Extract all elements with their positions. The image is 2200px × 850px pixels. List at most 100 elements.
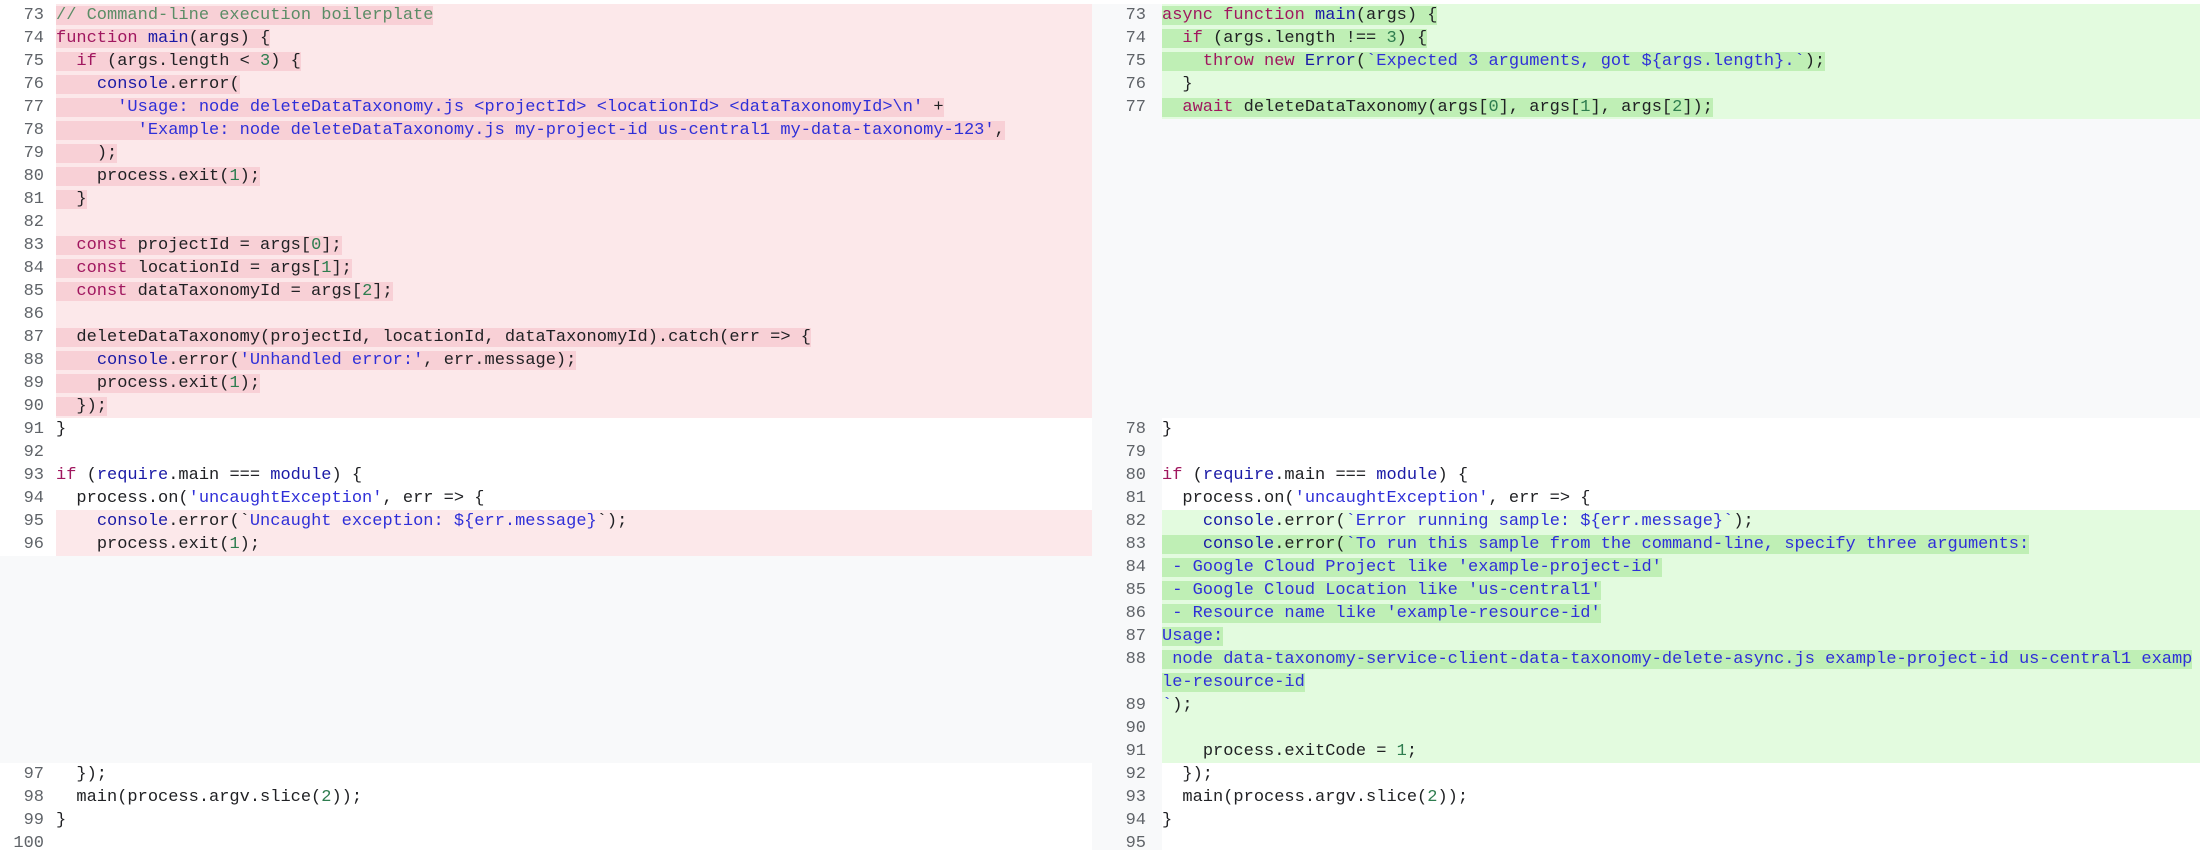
line-code[interactable]: }); bbox=[56, 395, 1092, 418]
added-line[interactable]: 82 console.error(`Error running sample: … bbox=[1092, 510, 2200, 533]
line-code[interactable]: if (args.length !== 3) { bbox=[1162, 27, 2200, 50]
added-line[interactable]: 85 - Google Cloud Location like 'us-cent… bbox=[1092, 579, 2200, 602]
line-code[interactable]: const locationId = args[1]; bbox=[56, 257, 1092, 280]
line-code[interactable]: } bbox=[1162, 418, 2200, 441]
line-code[interactable]: - Resource name like 'example-resource-i… bbox=[1162, 602, 2200, 625]
line-code[interactable]: const projectId = args[0]; bbox=[56, 234, 1092, 257]
added-line[interactable]: 74 if (args.length !== 3) { bbox=[1092, 27, 2200, 50]
line-code[interactable]: } bbox=[1162, 73, 2200, 96]
deleted-line[interactable]: 87 deleteDataTaxonomy(projectId, locatio… bbox=[0, 326, 1092, 349]
deleted-line[interactable]: 82 bbox=[0, 211, 1092, 234]
line-code[interactable]: } bbox=[56, 188, 1092, 211]
line-code[interactable] bbox=[56, 211, 1092, 234]
code-line[interactable]: 93 main(process.argv.slice(2)); bbox=[1092, 786, 2200, 809]
deleted-line[interactable]: 75 if (args.length < 3) { bbox=[0, 50, 1092, 73]
line-code[interactable]: `); bbox=[1162, 694, 2200, 717]
line-code[interactable]: await deleteDataTaxonomy(args[0], args[1… bbox=[1162, 96, 2200, 119]
line-code[interactable] bbox=[1162, 717, 2200, 740]
line-code[interactable]: process.on('uncaughtException', err => { bbox=[1162, 487, 2200, 510]
line-code[interactable] bbox=[1162, 832, 2200, 850]
line-code[interactable]: // Command-line execution boilerplate bbox=[56, 4, 1092, 27]
line-code[interactable]: }); bbox=[56, 763, 1092, 786]
deleted-line[interactable]: 95 console.error(`Uncaught exception: ${… bbox=[0, 510, 1092, 533]
added-line[interactable]: 84 - Google Cloud Project like 'example-… bbox=[1092, 556, 2200, 579]
deleted-line[interactable]: 84 const locationId = args[1]; bbox=[0, 257, 1092, 280]
deleted-line[interactable]: 81 } bbox=[0, 188, 1092, 211]
added-line[interactable]: 86 - Resource name like 'example-resourc… bbox=[1092, 602, 2200, 625]
line-code[interactable]: Usage: bbox=[1162, 625, 2200, 648]
line-code[interactable]: if (require.main === module) { bbox=[56, 464, 1092, 487]
added-line[interactable]: 91 process.exitCode = 1; bbox=[1092, 740, 2200, 763]
code-line[interactable]: 79 bbox=[1092, 441, 2200, 464]
code-line[interactable]: 78} bbox=[1092, 418, 2200, 441]
deleted-line[interactable]: 77 'Usage: node deleteDataTaxonomy.js <p… bbox=[0, 96, 1092, 119]
code-line[interactable]: 80 if (require.main === module) { bbox=[1092, 464, 2200, 487]
code-line[interactable]: 92 bbox=[0, 441, 1092, 464]
deleted-line[interactable]: 79 ); bbox=[0, 142, 1092, 165]
code-line[interactable]: 91} bbox=[0, 418, 1092, 441]
line-code[interactable] bbox=[56, 441, 1092, 464]
line-code[interactable]: }); bbox=[1162, 763, 2200, 786]
added-line[interactable]: 88 node data-taxonomy-service-client-dat… bbox=[1092, 648, 2200, 694]
deleted-line[interactable]: 88 console.error('Unhandled error:', err… bbox=[0, 349, 1092, 372]
code-line[interactable]: 93 if (require.main === module) { bbox=[0, 464, 1092, 487]
line-code[interactable]: } bbox=[56, 809, 1092, 832]
line-code[interactable]: 'Usage: node deleteDataTaxonomy.js <proj… bbox=[56, 96, 1092, 119]
line-code[interactable]: console.error(`Error running sample: ${e… bbox=[1162, 510, 2200, 533]
line-code[interactable]: deleteDataTaxonomy(projectId, locationId… bbox=[56, 326, 1092, 349]
code-line[interactable]: 95 bbox=[1092, 832, 2200, 850]
line-code[interactable]: throw new Error(`Expected 3 arguments, g… bbox=[1162, 50, 2200, 73]
added-line[interactable]: 76 } bbox=[1092, 73, 2200, 96]
deleted-line[interactable]: 80 process.exit(1); bbox=[0, 165, 1092, 188]
deleted-line[interactable]: 90 }); bbox=[0, 395, 1092, 418]
deleted-line[interactable]: 96 process.exit(1); bbox=[0, 533, 1092, 556]
line-code[interactable]: main(process.argv.slice(2)); bbox=[56, 786, 1092, 809]
line-code[interactable]: } bbox=[1162, 809, 2200, 832]
line-code[interactable]: - Google Cloud Location like 'us-central… bbox=[1162, 579, 2200, 602]
line-code[interactable] bbox=[1162, 441, 2200, 464]
line-code[interactable]: process.exit(1); bbox=[56, 533, 1092, 556]
code-line[interactable]: 100 bbox=[0, 832, 1092, 850]
deleted-line[interactable]: 76 console.error( bbox=[0, 73, 1092, 96]
line-code[interactable] bbox=[56, 303, 1092, 326]
code-line[interactable]: 98 main(process.argv.slice(2)); bbox=[0, 786, 1092, 809]
line-code[interactable]: main(process.argv.slice(2)); bbox=[1162, 786, 2200, 809]
line-code[interactable]: node data-taxonomy-service-client-data-t… bbox=[1162, 648, 2200, 694]
line-code[interactable]: - Google Cloud Project like 'example-pro… bbox=[1162, 556, 2200, 579]
line-code[interactable]: console.error(`To run this sample from t… bbox=[1162, 533, 2200, 556]
line-code[interactable]: console.error( bbox=[56, 73, 1092, 96]
added-line[interactable]: 90 bbox=[1092, 717, 2200, 740]
added-line[interactable]: 77 await deleteDataTaxonomy(args[0], arg… bbox=[1092, 96, 2200, 119]
code-line[interactable]: 94 process.on('uncaughtException', err =… bbox=[0, 487, 1092, 510]
deleted-line[interactable]: 83 const projectId = args[0]; bbox=[0, 234, 1092, 257]
line-code[interactable]: function main(args) { bbox=[56, 27, 1092, 50]
added-line[interactable]: 75 throw new Error(`Expected 3 arguments… bbox=[1092, 50, 2200, 73]
line-code[interactable]: process.exit(1); bbox=[56, 372, 1092, 395]
line-code[interactable]: process.exit(1); bbox=[56, 165, 1092, 188]
line-code[interactable]: if (require.main === module) { bbox=[1162, 464, 2200, 487]
code-line[interactable]: 94} bbox=[1092, 809, 2200, 832]
line-code[interactable]: console.error(`Uncaught exception: ${err… bbox=[56, 510, 1092, 533]
line-code[interactable]: ); bbox=[56, 142, 1092, 165]
added-line[interactable]: 73 async function main(args) { bbox=[1092, 4, 2200, 27]
line-code[interactable]: process.exitCode = 1; bbox=[1162, 740, 2200, 763]
deleted-line[interactable]: 74 function main(args) { bbox=[0, 27, 1092, 50]
code-line[interactable]: 92 }); bbox=[1092, 763, 2200, 786]
deleted-line[interactable]: 78 'Example: node deleteDataTaxonomy.js … bbox=[0, 119, 1092, 142]
line-code[interactable]: if (args.length < 3) { bbox=[56, 50, 1092, 73]
code-line[interactable]: 81 process.on('uncaughtException', err =… bbox=[1092, 487, 2200, 510]
line-code[interactable]: process.on('uncaughtException', err => { bbox=[56, 487, 1092, 510]
line-code[interactable]: const dataTaxonomyId = args[2]; bbox=[56, 280, 1092, 303]
code-line[interactable]: 97 }); bbox=[0, 763, 1092, 786]
added-line[interactable]: 89 `); bbox=[1092, 694, 2200, 717]
added-line[interactable]: 83 console.error(`To run this sample fro… bbox=[1092, 533, 2200, 556]
line-code[interactable]: } bbox=[56, 418, 1092, 441]
deleted-line[interactable]: 85 const dataTaxonomyId = args[2]; bbox=[0, 280, 1092, 303]
deleted-line[interactable]: 86 bbox=[0, 303, 1092, 326]
line-code[interactable]: async function main(args) { bbox=[1162, 4, 2200, 27]
code-line[interactable]: 99} bbox=[0, 809, 1092, 832]
line-code[interactable]: 'Example: node deleteDataTaxonomy.js my-… bbox=[56, 119, 1092, 142]
line-code[interactable] bbox=[56, 832, 1092, 850]
deleted-line[interactable]: 73// Command-line execution boilerplate bbox=[0, 4, 1092, 27]
added-line[interactable]: 87 Usage: bbox=[1092, 625, 2200, 648]
